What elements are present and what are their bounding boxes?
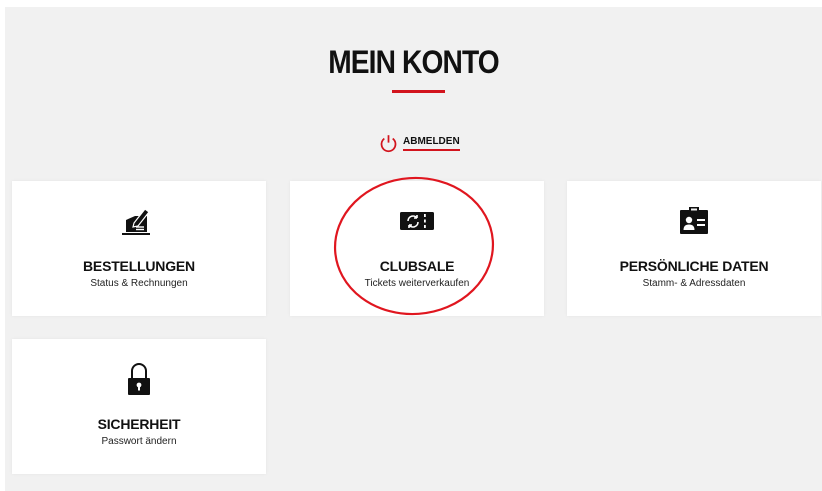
- title-underline: [392, 90, 445, 93]
- card-subtitle: Tickets weiterverkaufen: [364, 278, 470, 289]
- card-title: SICHERHEIT: [97, 416, 181, 432]
- card-subtitle: Passwort ändern: [101, 436, 177, 447]
- card-clubsale[interactable]: CLUBSALE Tickets weiterverkaufen: [290, 181, 544, 316]
- card-sicherheit[interactable]: SICHERHEIT Passwort ändern: [12, 339, 266, 474]
- card-subtitle: Status & Rechnungen: [90, 278, 188, 289]
- card-title: PERSÖNLICHE DATEN: [619, 258, 769, 274]
- ticket-refresh-icon: [400, 212, 434, 230]
- card-persoenliche-daten[interactable]: PERSÖNLICHE DATEN Stamm- & Adressdaten: [567, 181, 821, 316]
- logout-label: ABMELDEN: [403, 136, 460, 151]
- card-title: CLUBSALE: [379, 258, 455, 274]
- page-title: MEIN KONTO: [328, 44, 499, 80]
- logout-link[interactable]: ABMELDEN: [378, 131, 460, 155]
- pen-writing-icon: [122, 208, 150, 235]
- card-title: BESTELLUNGEN: [83, 258, 195, 274]
- padlock-icon: [128, 363, 150, 395]
- account-page: MEIN KONTO ABMELDEN BESTELLUNGEN Status …: [5, 7, 822, 491]
- power-icon: [380, 134, 397, 152]
- id-card-icon: [680, 207, 708, 234]
- card-subtitle: Stamm- & Adressdaten: [642, 278, 746, 289]
- card-bestellungen[interactable]: BESTELLUNGEN Status & Rechnungen: [12, 181, 266, 316]
